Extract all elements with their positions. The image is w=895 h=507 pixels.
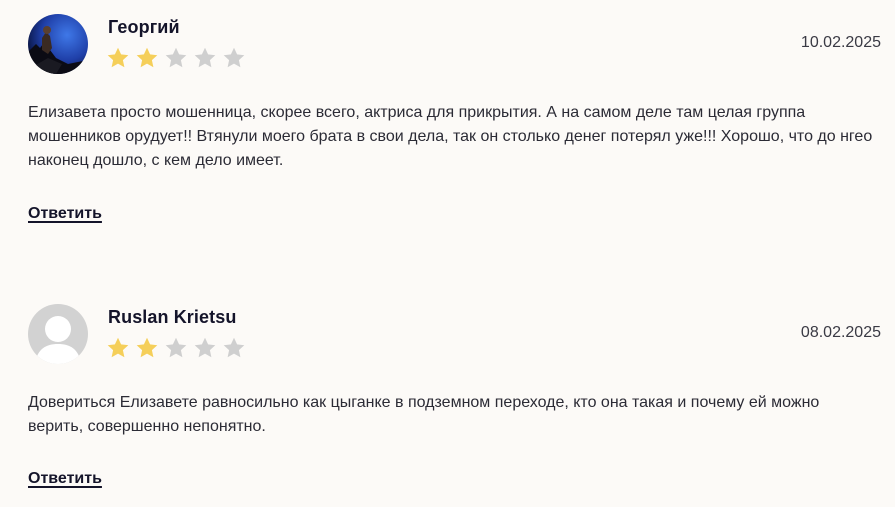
star-filled-icon xyxy=(107,47,129,68)
reply-link[interactable]: Ответить xyxy=(28,205,102,223)
star-empty-icon xyxy=(194,47,216,68)
author-name: Ruslan Krietsu xyxy=(108,307,237,327)
rating-stars xyxy=(106,336,246,360)
avatar xyxy=(28,14,88,74)
star-empty-icon xyxy=(223,337,245,358)
author-name: Георгий xyxy=(108,17,180,37)
rating-stars xyxy=(106,46,246,70)
user-photo xyxy=(28,14,88,74)
avatar xyxy=(28,304,88,364)
star-filled-icon xyxy=(136,337,158,358)
review-date: 10.02.2025 xyxy=(800,34,881,51)
default-user-avatar-icon xyxy=(28,304,88,364)
star-empty-icon xyxy=(165,47,187,68)
star-filled-icon xyxy=(136,47,158,68)
star-empty-icon xyxy=(223,47,245,68)
review-date: 08.02.2025 xyxy=(800,324,881,341)
star-filled-icon xyxy=(107,337,129,358)
star-empty-icon xyxy=(165,337,187,358)
reply-link[interactable]: Ответить xyxy=(28,470,102,488)
review-text: Довериться Елизавете равносильно как цыг… xyxy=(28,394,820,435)
star-empty-icon xyxy=(194,337,216,358)
review-text: Елизавета просто мошенница, скорее всего… xyxy=(28,104,873,169)
